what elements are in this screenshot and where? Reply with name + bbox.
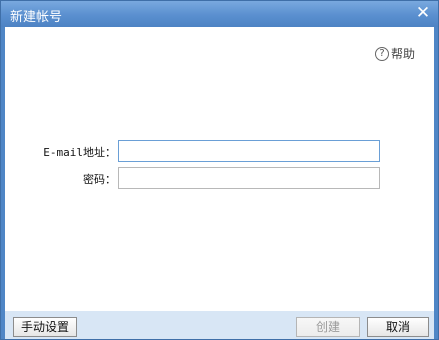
new-account-dialog: 新建帐号 ✕ ? 帮助 E-mail地址： 密码： 手动设置 创建 取消 bbox=[0, 0, 439, 340]
email-row: E-mail地址： bbox=[5, 140, 434, 162]
help-link[interactable]: ? 帮助 bbox=[374, 45, 415, 62]
email-label: E-mail地址： bbox=[43, 146, 116, 159]
password-row: 密码： bbox=[5, 167, 434, 189]
password-field[interactable] bbox=[118, 167, 380, 189]
title-bar[interactable]: 新建帐号 ✕ bbox=[1, 1, 438, 27]
button-bar: 手动设置 创建 取消 bbox=[5, 311, 434, 339]
dialog-body: ? 帮助 E-mail地址： 密码： bbox=[5, 27, 434, 311]
create-button[interactable]: 创建 bbox=[296, 317, 360, 337]
cancel-button[interactable]: 取消 bbox=[367, 317, 429, 337]
manual-settings-button[interactable]: 手动设置 bbox=[13, 317, 77, 337]
dialog-title: 新建帐号 bbox=[10, 10, 63, 25]
password-label: 密码： bbox=[83, 173, 116, 186]
help-icon: ? bbox=[374, 46, 389, 61]
close-icon[interactable]: ✕ bbox=[414, 4, 432, 22]
help-label: 帮助 bbox=[390, 47, 415, 61]
email-field[interactable] bbox=[118, 140, 380, 162]
